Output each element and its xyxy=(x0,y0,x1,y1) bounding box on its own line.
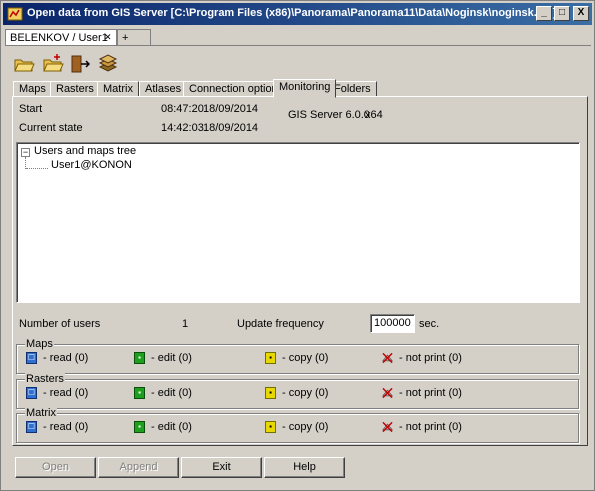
tab-matrix[interactable]: Matrix xyxy=(97,81,139,97)
copy-icon: ▪ xyxy=(265,352,276,364)
maps-edit-text: - edit (0) xyxy=(151,352,192,364)
close-button[interactable]: X xyxy=(573,6,589,21)
matrix-group-title: Matrix xyxy=(25,407,57,419)
edit-icon: ▪ xyxy=(134,387,145,399)
app-icon xyxy=(7,7,23,21)
maps-group: Maps ☐ - read (0) ▪ - edit (0) ▪ - copy (0)… xyxy=(16,338,579,374)
read-icon: ☐ xyxy=(26,421,37,433)
matrix-read-text: - read (0) xyxy=(43,421,89,433)
rasters-copy-text: - copy (0) xyxy=(282,387,329,399)
maps-read-text: - read (0) xyxy=(43,352,89,364)
update-frequency-unit: sec. xyxy=(419,318,440,330)
append-button[interactable]: Append xyxy=(98,457,179,478)
edit-icon: ▪ xyxy=(134,421,145,433)
tree-connector xyxy=(26,168,48,169)
exit-button[interactable]: Exit xyxy=(181,457,262,478)
title-bar[interactable]: Open data from GIS Server [C:\Program Fi… xyxy=(3,3,592,25)
rasters-group: Rasters ☐ - read (0) ▪ - edit (0) ▪ - copy … xyxy=(16,373,579,409)
server-version: GIS Server 6.0.0 xyxy=(288,109,370,121)
tab-atlases[interactable]: Atlases xyxy=(139,81,188,97)
doc-tab-add[interactable]: + xyxy=(117,29,151,46)
users-count-value: 1 xyxy=(182,318,189,330)
books-icon[interactable] xyxy=(97,53,119,75)
copy-icon: ▪ xyxy=(265,421,276,433)
tree-collapse-icon[interactable]: − xyxy=(21,148,30,157)
matrix-edit-text: - edit (0) xyxy=(151,421,192,433)
doc-tab-belenkov[interactable]: BELENKOV / User1 ✕ xyxy=(5,29,117,46)
doc-tab-label: BELENKOV / User1 xyxy=(10,32,108,44)
server-arch: x64 xyxy=(365,109,383,121)
rasters-notprint-text: - not print (0) xyxy=(399,387,462,399)
exit-door-icon[interactable] xyxy=(69,53,91,75)
current-state-time: 14:42:03 xyxy=(161,122,204,134)
read-icon: ☐ xyxy=(26,387,37,399)
matrix-notprint-text: - not print (0) xyxy=(399,421,462,433)
tab-monitoring[interactable]: Monitoring xyxy=(273,79,337,98)
maps-group-title: Maps xyxy=(25,338,54,350)
edit-icon: ▪ xyxy=(134,352,145,364)
current-state-date: 18/09/2014 xyxy=(203,122,259,134)
rasters-read-text: - read (0) xyxy=(43,387,89,399)
matrix-group: Matrix ☐ - read (0) ▪ - edit (0) ▪ - copy (… xyxy=(16,407,579,443)
no-print-icon xyxy=(382,387,393,399)
maximize-button[interactable]: □ xyxy=(554,6,570,21)
start-label: Start xyxy=(19,103,43,115)
maps-notprint-text: - not print (0) xyxy=(399,352,462,364)
read-icon: ☐ xyxy=(26,352,37,364)
matrix-copy-text: - copy (0) xyxy=(282,421,329,433)
rasters-edit-text: - edit (0) xyxy=(151,387,192,399)
dialog-window: Open data from GIS Server [C:\Program Fi… xyxy=(0,0,595,491)
no-print-icon xyxy=(382,421,393,433)
no-print-icon xyxy=(382,352,393,364)
update-frequency-input[interactable]: 100000 xyxy=(370,314,415,333)
users-maps-tree[interactable]: − Users and maps tree User1@KONON xyxy=(16,142,580,303)
add-tab-icon: + xyxy=(122,32,129,44)
start-time: 08:47:20 xyxy=(161,103,204,115)
users-count-label: Number of users xyxy=(19,318,101,330)
minimize-button[interactable]: _ xyxy=(536,6,552,21)
window-title: Open data from GIS Server [C:\Program Fi… xyxy=(27,7,557,19)
open-button[interactable]: Open xyxy=(15,457,96,478)
open-folder-icon[interactable] xyxy=(13,53,35,75)
start-date: 18/09/2014 xyxy=(203,103,259,115)
update-frequency-value: 100000 xyxy=(374,317,411,329)
rasters-group-title: Rasters xyxy=(25,373,65,385)
copy-icon: ▪ xyxy=(265,387,276,399)
tab-rasters[interactable]: Rasters xyxy=(50,81,100,97)
help-button[interactable]: Help xyxy=(264,457,345,478)
doc-tab-close-icon[interactable]: ✕ xyxy=(104,32,112,43)
doc-tabs-divider xyxy=(5,45,591,46)
tab-maps[interactable]: Maps xyxy=(13,81,52,97)
maps-copy-text: - copy (0) xyxy=(282,352,329,364)
add-folder-icon[interactable] xyxy=(42,53,64,75)
current-state-label: Current state xyxy=(19,122,83,134)
tree-root-node[interactable]: Users and maps tree xyxy=(34,145,136,157)
tree-child-node[interactable]: User1@KONON xyxy=(51,159,132,171)
update-frequency-label: Update frequency xyxy=(237,318,324,330)
